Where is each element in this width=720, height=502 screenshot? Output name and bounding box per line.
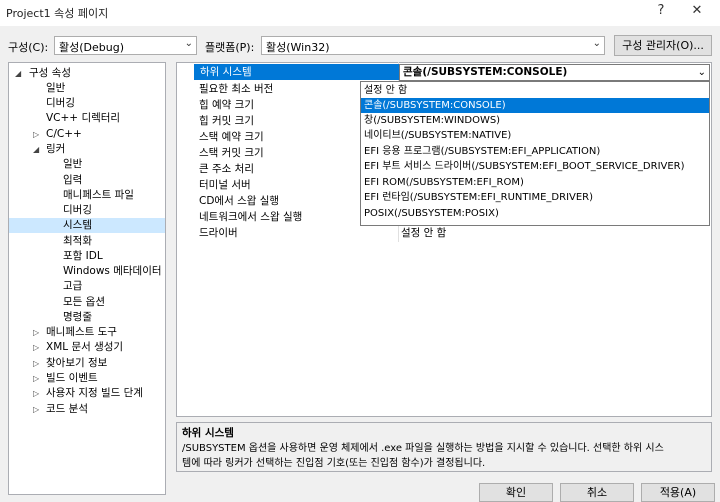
tree-item-linker-general[interactable]: 일반 [9, 157, 165, 172]
tree-item-linker-windows-metadata[interactable]: Windows 메타데이터 [9, 264, 165, 279]
tree-item-general[interactable]: 일반 [9, 81, 165, 96]
description-text: /SUBSYSTEM 옵션을 사용하면 운영 체제에서 .exe 파일을 실행하… [182, 441, 706, 471]
property-row[interactable]: 드라이버 설정 안 함 [177, 225, 711, 241]
tree-item-linker-manifest-file[interactable]: 매니페스트 파일 [9, 188, 165, 203]
collapsed-triangle-icon[interactable]: ▷ [33, 356, 39, 371]
dropdown-option[interactable]: 창(/SUBSYSTEM:WINDOWS) [361, 113, 709, 128]
cancel-button[interactable]: 취소 [560, 483, 634, 502]
window-title: Project1 속성 페이지 [6, 7, 109, 20]
collapsed-triangle-icon[interactable]: ▷ [33, 325, 39, 340]
tree-item-c-cpp[interactable]: ▷ C/C++ [9, 127, 165, 142]
tree-item-linker-embedded-idl[interactable]: 포함 IDL [9, 249, 165, 264]
dropdown-option[interactable]: EFI 부트 서비스 드라이버(/SUBSYSTEM:EFI_BOOT_SERV… [361, 159, 709, 174]
subsystem-value: 콘솔(/SUBSYSTEM:CONSOLE) [403, 66, 568, 78]
dropdown-option[interactable]: 네이티브(/SUBSYSTEM:NATIVE) [361, 128, 709, 143]
chevron-down-icon[interactable]: ⌄ [698, 65, 706, 80]
collapsed-triangle-icon[interactable]: ▷ [33, 386, 39, 401]
tree-item-browse-information[interactable]: ▷ 찾아보기 정보 [9, 356, 165, 371]
close-button[interactable]: ✕ [682, 3, 712, 23]
expanded-triangle-icon[interactable]: ◢ [15, 66, 21, 81]
tree-item-linker-optimization[interactable]: 최적화 [9, 234, 165, 249]
selected-property-name[interactable]: 하위 시스템 [194, 64, 399, 80]
category-tree[interactable]: ◢ 구성 속성 일반 디버깅 VC++ 디렉터리 ▷ C/C++ ◢ 링커 일반… [8, 62, 166, 495]
dropdown-option[interactable]: 설정 안 함 [361, 83, 709, 98]
subsystem-dropdown-list[interactable]: 설정 안 함 콘솔(/SUBSYSTEM:CONSOLE) 창(/SUBSYST… [360, 81, 710, 226]
platform-value: 활성(Win32) [266, 41, 330, 54]
platform-select[interactable]: 활성(Win32) ⌄ [261, 36, 605, 55]
description-line: /SUBSYSTEM 옵션을 사용하면 운영 체제에서 .exe 파일을 실행하… [182, 443, 664, 454]
configuration-select[interactable]: 활성(Debug) ⌄ [54, 36, 197, 55]
dropdown-option[interactable]: POSIX(/SUBSYSTEM:POSIX) [361, 206, 709, 221]
tree-item-linker-debugging[interactable]: 디버깅 [9, 203, 165, 218]
configuration-value: 활성(Debug) [59, 41, 124, 54]
dropdown-option[interactable]: EFI 응용 프로그램(/SUBSYSTEM:EFI_APPLICATION) [361, 144, 709, 159]
configuration-label: 구성(C): [8, 41, 49, 54]
ok-button[interactable]: 확인 [479, 483, 553, 502]
tree-item-manifest-tool[interactable]: ▷ 매니페스트 도구 [9, 325, 165, 340]
expanded-triangle-icon[interactable]: ◢ [33, 142, 39, 157]
help-button[interactable]: ? [648, 3, 674, 23]
apply-button[interactable]: 적용(A) [641, 483, 715, 502]
description-panel: 하위 시스템 /SUBSYSTEM 옵션을 사용하면 운영 체제에서 .exe … [176, 422, 712, 472]
tree-item-xml-document-generator[interactable]: ▷ XML 문서 생성기 [9, 340, 165, 355]
tree-item-debugging[interactable]: 디버깅 [9, 96, 165, 111]
tree-item-linker-advanced[interactable]: 고급 [9, 279, 165, 294]
collapsed-triangle-icon[interactable]: ▷ [33, 371, 39, 386]
tree-item-code-analysis[interactable]: ▷ 코드 분석 [9, 402, 165, 417]
chevron-down-icon: ⌄ [184, 38, 193, 49]
tree-item-linker-command-line[interactable]: 명령줄 [9, 310, 165, 325]
collapsed-triangle-icon[interactable]: ▷ [33, 402, 39, 417]
tree-item-linker-input[interactable]: 입력 [9, 173, 165, 188]
collapsed-triangle-icon[interactable]: ▷ [33, 127, 39, 142]
platform-label: 플랫폼(P): [205, 41, 255, 54]
tree-item-linker-all-options[interactable]: 모든 옵션 [9, 295, 165, 310]
dropdown-option[interactable]: EFI ROM(/SUBSYSTEM:EFI_ROM) [361, 175, 709, 190]
subsystem-select[interactable]: 콘솔(/SUBSYSTEM:CONSOLE) ⌄ [399, 64, 710, 81]
tree-item-vc-directories[interactable]: VC++ 디렉터리 [9, 111, 165, 126]
collapsed-triangle-icon[interactable]: ▷ [33, 340, 39, 355]
tree-item-linker-system[interactable]: 시스템 [9, 218, 165, 233]
dropdown-option-highlighted[interactable]: 콘솔(/SUBSYSTEM:CONSOLE) [361, 98, 709, 113]
configuration-manager-button[interactable]: 구성 관리자(O)... [614, 35, 712, 56]
tree-item-linker[interactable]: ◢ 링커 [9, 142, 165, 157]
tree-item-custom-build-step[interactable]: ▷ 사용자 지정 빌드 단계 [9, 386, 165, 401]
description-title: 하위 시스템 [182, 427, 234, 439]
chevron-down-icon: ⌄ [592, 38, 601, 49]
dropdown-option[interactable]: EFI 런타임(/SUBSYSTEM:EFI_RUNTIME_DRIVER) [361, 190, 709, 205]
tree-item-build-events[interactable]: ▷ 빌드 이벤트 [9, 371, 165, 386]
tree-item-configuration-properties[interactable]: ◢ 구성 속성 [9, 66, 165, 81]
description-line: 템에 따라 링커가 선택하는 진입점 기호(또는 진입점 함수)가 결정됩니다. [182, 458, 486, 469]
